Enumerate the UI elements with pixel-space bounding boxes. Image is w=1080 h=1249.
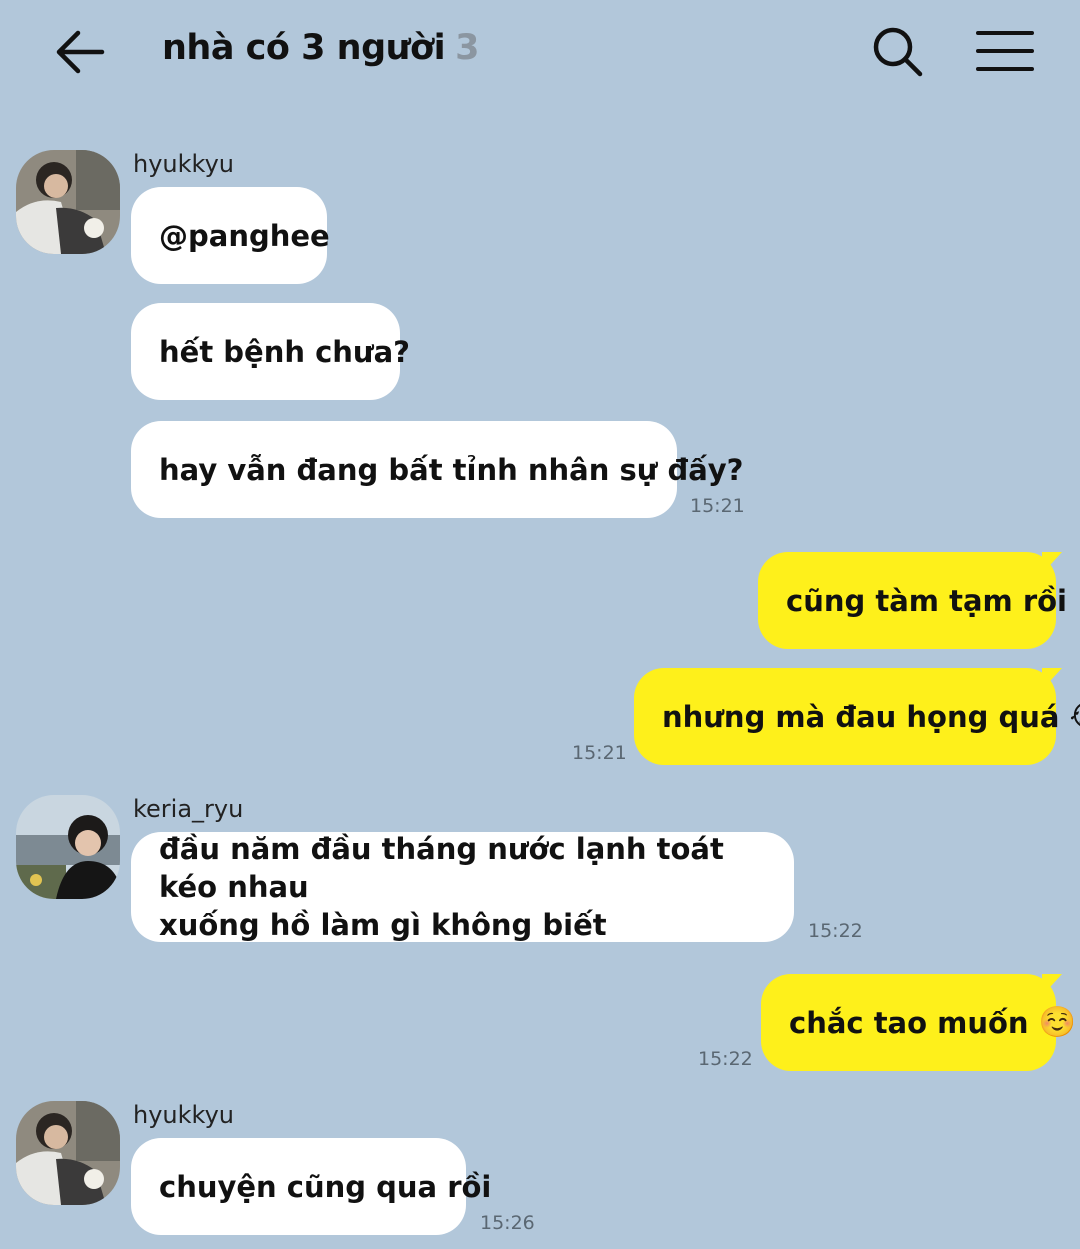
message-text: @panghee [159, 218, 330, 253]
message-timestamp: 15:22 [808, 920, 863, 942]
avatar-keria-ryu[interactable] [16, 795, 120, 899]
search-button[interactable] [868, 22, 928, 82]
message-bubble[interactable]: đầu năm đầu tháng nước lạnh toát kéo nha… [131, 832, 794, 942]
message-text: chuyện cũng qua rồi [159, 1169, 492, 1204]
search-icon [873, 27, 923, 77]
chat-header: nhà có 3 người 3 [0, 0, 1080, 110]
message-bubble[interactable]: @panghee [131, 187, 330, 284]
message-bubble-outgoing[interactable]: chắc tao muốn ☺️ [761, 974, 1076, 1071]
sender-name: hyukkyu [133, 1101, 234, 1129]
menu-button[interactable] [975, 28, 1035, 74]
avatar-photo [16, 150, 120, 254]
crying-face-emoji: 😭 [1069, 698, 1080, 736]
message-text: nhưng mà đau họng quá [662, 699, 1060, 734]
message-text: chắc tao muốn [789, 1005, 1029, 1040]
hamburger-menu-icon [976, 31, 1034, 71]
message-timestamp: 15:21 [690, 495, 745, 517]
chat-title: nhà có 3 người [162, 28, 446, 68]
member-count: 3 [455, 28, 480, 68]
message-bubble[interactable]: hay vẫn đang bất tỉnh nhân sự đấy? [131, 421, 744, 518]
message-timestamp: 15:22 [698, 1048, 753, 1070]
message-bubble-outgoing[interactable]: nhưng mà đau họng quá 😭 [634, 668, 1080, 765]
back-arrow-icon [56, 30, 105, 74]
message-text: hết bệnh chưa? [159, 334, 410, 369]
avatar-photo [16, 1101, 120, 1205]
message-text-line: xuống hồ làm gì không biết [159, 908, 607, 942]
sender-name: keria_ryu [133, 795, 244, 823]
avatar-hyukkyu[interactable] [16, 150, 120, 254]
message-timestamp: 15:21 [572, 742, 627, 764]
sender-name: hyukkyu [133, 150, 234, 178]
message-text: cũng tàm tạm rồi [786, 583, 1067, 618]
message-timestamp: 15:26 [480, 1212, 535, 1234]
message-bubble[interactable]: hết bệnh chưa? [131, 303, 410, 400]
message-bubble[interactable]: chuyện cũng qua rồi [131, 1138, 491, 1235]
avatar-hyukkyu[interactable] [16, 1101, 120, 1205]
avatar-photo [16, 795, 120, 899]
chat-title-group: nhà có 3 người 3 [162, 28, 479, 78]
smiling-face-emoji: ☺️ [1038, 1004, 1076, 1040]
message-text-line: đầu năm đầu tháng nước lạnh toát kéo nha… [159, 832, 724, 904]
message-text: hay vẫn đang bất tỉnh nhân sự đấy? [159, 452, 744, 487]
message-bubble-outgoing[interactable]: cũng tàm tạm rồi [758, 552, 1067, 649]
back-button[interactable] [50, 25, 110, 79]
